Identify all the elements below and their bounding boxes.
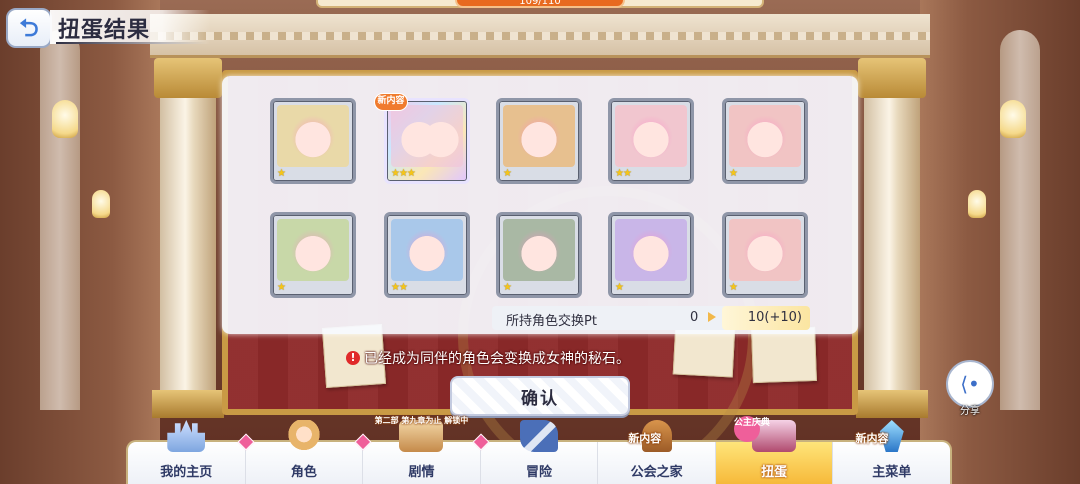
character-face: [415, 111, 467, 163]
nav-item-guild-house[interactable]: 新内容 公会之家: [598, 420, 716, 484]
right-column: [856, 58, 928, 418]
nav-item-main-menu[interactable]: 新内容 主菜单: [833, 420, 950, 484]
nav-label: 剧情: [408, 465, 435, 480]
nav-item-home[interactable]: 我的主页: [128, 420, 255, 484]
result-card[interactable]: ★★: [608, 98, 694, 184]
notice-message: ! 已经成为同伴的角色会变换成女神的秘石。: [346, 348, 630, 368]
character-face: [739, 111, 791, 163]
result-card[interactable]: ★★: [384, 212, 470, 298]
left-arch: [40, 30, 80, 410]
new-content-badge: 新内容: [374, 93, 408, 111]
board-paper: [751, 326, 817, 384]
share-icon: ⟨•: [960, 372, 980, 396]
ceiling-beam: [150, 14, 930, 58]
character-face: [401, 225, 453, 277]
bottom-nav: 我的主页 角色 第二部 第九章为止 解锁中 剧情 冒险 新内容 公会之家 公主庆…: [126, 416, 952, 484]
back-button[interactable]: ⮌: [6, 8, 52, 48]
result-card[interactable]: ★: [270, 98, 356, 184]
nav-label: 我的主页: [160, 465, 213, 480]
rarity-stars: ★: [277, 282, 286, 293]
nav-item-gacha[interactable]: 公主庆典 扭蛋: [715, 416, 834, 484]
character-icon: [284, 420, 323, 452]
rarity-stars: ★: [503, 282, 512, 293]
character-face: [287, 111, 339, 163]
nav-item-adventure[interactable]: 冒险: [481, 420, 599, 484]
confirm-label: 确认: [521, 388, 559, 409]
wall-lamp-icon: [968, 190, 986, 218]
rarity-stars: ★: [729, 282, 738, 293]
result-card[interactable]: ★: [496, 212, 582, 298]
result-card[interactable]: ★: [496, 98, 582, 184]
rarity-stars: ★: [277, 168, 286, 179]
wall-lamp-icon: [1000, 100, 1026, 138]
exchange-pt-current: 0: [690, 310, 699, 325]
rarity-stars: ★★★: [391, 168, 416, 179]
nav-label: 角色: [290, 465, 317, 480]
nav-label: 扭蛋: [761, 465, 788, 480]
result-card[interactable]: ★: [270, 212, 356, 298]
stamina-counter: 109/110: [455, 0, 625, 8]
nav-item-character[interactable]: 角色: [246, 420, 372, 484]
confirm-button[interactable]: 确认: [450, 376, 630, 416]
exchange-pt-result: 10(+10): [722, 306, 810, 330]
exchange-pt-label: 所持角色交换Pt: [506, 314, 597, 329]
rarity-stars: ★★: [391, 282, 408, 293]
sword-icon: [520, 420, 559, 452]
rarity-stars: ★: [615, 282, 624, 293]
title-underline: [56, 42, 206, 44]
princess-festival-tag: 公主庆典: [733, 416, 770, 442]
character-face: [513, 225, 565, 277]
share-button[interactable]: ⟨•: [946, 360, 994, 408]
rarity-stars: ★★: [615, 168, 632, 179]
character-face: [739, 225, 791, 277]
rarity-stars: ★: [503, 168, 512, 179]
back-arrow-icon: ⮌: [19, 14, 39, 42]
right-arch: [1000, 30, 1040, 410]
alert-icon: !: [346, 351, 360, 365]
character-face: [625, 111, 677, 163]
result-card[interactable]: ★: [722, 98, 808, 184]
nav-label: 公会之家: [630, 465, 683, 480]
new-content-tag: 新内容: [628, 432, 662, 445]
share-label: 分享: [960, 406, 980, 417]
notice-text: 已经成为同伴的角色会变换成女神的秘石。: [364, 351, 630, 367]
nav-label: 冒险: [526, 465, 553, 480]
nav-item-story[interactable]: 第二部 第九章为止 解锁中 剧情: [363, 416, 490, 484]
story-progress-tag: 第二部 第九章为止 解锁中: [374, 416, 469, 425]
character-face: [625, 225, 677, 277]
rarity-stars: ★: [729, 168, 738, 179]
new-content-tag: 新内容: [855, 432, 889, 445]
nav-label: 主菜单: [872, 465, 912, 480]
wall-lamp-icon: [52, 100, 78, 138]
page-title: 扭蛋结果: [58, 18, 151, 43]
result-card[interactable]: ★: [608, 212, 694, 298]
character-face: [287, 225, 339, 277]
wall-lamp-icon: [92, 190, 110, 218]
left-column: [152, 58, 224, 418]
character-face: [513, 111, 565, 163]
result-card[interactable]: ★: [722, 212, 808, 298]
left-wall: [0, 0, 160, 484]
arrow-right-icon: [708, 312, 716, 322]
